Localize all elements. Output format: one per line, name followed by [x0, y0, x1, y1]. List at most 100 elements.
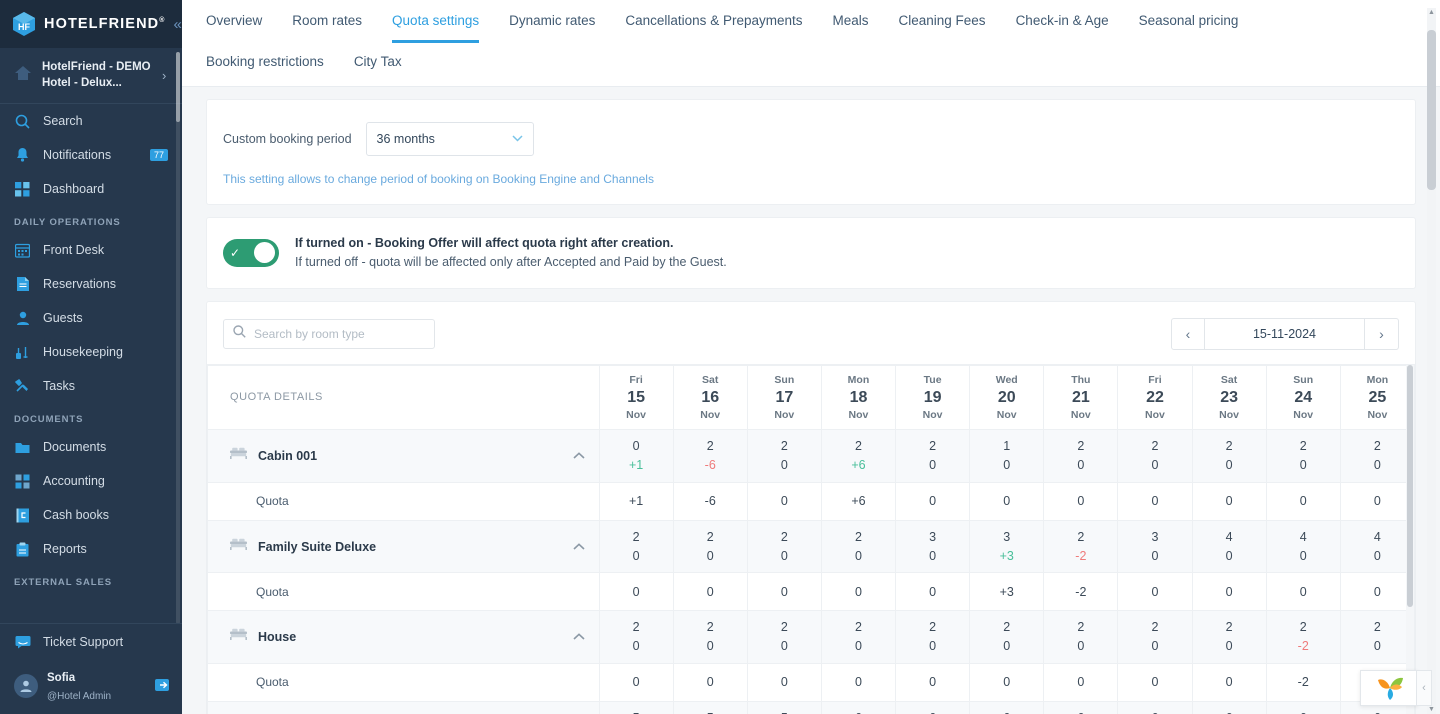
availability-cell[interactable]: 60	[895, 700, 971, 714]
room-type-cell[interactable]: First Class	[207, 700, 600, 714]
sidebar-scrollbar-track[interactable]	[176, 52, 180, 624]
sidebar-item-guests[interactable]: Guests	[0, 301, 182, 335]
availability-cell[interactable]: 40	[1265, 519, 1341, 574]
quota-cell[interactable]: 0	[1191, 662, 1267, 702]
quota-cell[interactable]: 0	[1265, 481, 1341, 521]
sidebar-item-reservations[interactable]: Reservations	[0, 267, 182, 301]
tab-city-tax[interactable]: City Tax	[354, 43, 402, 86]
date-next-button[interactable]: ›	[1365, 317, 1399, 350]
table-scrollbar-thumb[interactable]	[1407, 364, 1413, 607]
availability-cell[interactable]: 50	[598, 700, 674, 714]
availability-cell[interactable]: 50	[672, 700, 748, 714]
tab-seasonal-pricing[interactable]: Seasonal pricing	[1139, 0, 1239, 43]
sidebar-item-notifications[interactable]: Notifications 77	[0, 138, 182, 172]
search-room-type-box[interactable]	[223, 318, 435, 349]
availability-cell[interactable]: 40	[1339, 519, 1416, 574]
table-vertical-scrollbar[interactable]	[1406, 364, 1414, 714]
availability-cell[interactable]: 20	[1117, 610, 1193, 664]
sidebar-item-accounting[interactable]: Accounting	[0, 464, 182, 498]
availability-cell[interactable]: 20	[895, 429, 971, 483]
availability-cell[interactable]: 2 -2	[1265, 610, 1341, 664]
availability-cell[interactable]: 10	[969, 429, 1045, 483]
availability-cell[interactable]: 60	[969, 700, 1045, 714]
room-type-cell[interactable]: House	[207, 610, 600, 664]
availability-cell[interactable]: 20	[1191, 429, 1267, 483]
quota-cell[interactable]: +3	[969, 572, 1045, 612]
availability-cell[interactable]: 60	[1117, 700, 1193, 714]
sidebar-item-housekeeping[interactable]: Housekeeping	[0, 335, 182, 369]
quota-cell[interactable]: 0	[1043, 662, 1119, 702]
quota-cell[interactable]: 0	[1043, 481, 1119, 521]
sidebar-item-ticket-support[interactable]: Ticket Support	[0, 624, 182, 660]
availability-cell[interactable]: 30	[895, 519, 971, 574]
availability-cell[interactable]: 60	[1043, 700, 1119, 714]
quota-cell[interactable]: 0	[1339, 481, 1416, 521]
availability-cell[interactable]: 20	[1043, 429, 1119, 483]
quota-cell[interactable]: 0	[1265, 572, 1341, 612]
availability-cell[interactable]: 40	[1191, 519, 1267, 574]
quota-cell[interactable]: 0	[895, 481, 971, 521]
availability-cell[interactable]: 20	[1191, 610, 1267, 664]
booking-period-select[interactable]: 36 months	[365, 122, 534, 156]
room-type-cell[interactable]: Family Suite Deluxe	[207, 519, 600, 574]
floating-widget-collapse[interactable]: ‹	[1416, 670, 1432, 706]
sidebar-item-search[interactable]: Search	[0, 104, 182, 138]
tab-cancellations-prepayments[interactable]: Cancellations & Prepayments	[625, 0, 802, 43]
quota-cell[interactable]: 0	[969, 662, 1045, 702]
hotel-selector[interactable]: HotelFriend - DEMO Hotel - Delux... ›	[0, 48, 182, 105]
availability-cell[interactable]: 20	[746, 610, 822, 664]
quota-cell[interactable]: 0	[1339, 572, 1416, 612]
user-profile[interactable]: Sofia @Hotel Admin	[0, 660, 182, 714]
availability-cell[interactable]: 20	[969, 610, 1045, 664]
page-vertical-scrollbar[interactable]: ▲ ▼	[1427, 8, 1436, 714]
tab-dynamic-rates[interactable]: Dynamic rates	[509, 0, 595, 43]
availability-cell[interactable]: 20	[598, 519, 674, 574]
chevron-up-icon[interactable]	[572, 450, 585, 462]
tab-overview[interactable]: Overview	[206, 0, 262, 43]
availability-cell[interactable]: 2 -6	[672, 429, 748, 483]
quota-cell[interactable]: 0	[746, 572, 822, 612]
tab-room-rates[interactable]: Room rates	[292, 0, 362, 43]
logout-icon[interactable]	[155, 678, 170, 695]
availability-cell[interactable]: 20	[1339, 610, 1416, 664]
availability-cell[interactable]: 60	[1265, 700, 1341, 714]
availability-cell[interactable]: 20	[598, 610, 674, 664]
quota-cell[interactable]: 0	[1191, 572, 1267, 612]
availability-cell[interactable]: 60	[1191, 700, 1267, 714]
tab-check-in-age[interactable]: Check-in & Age	[1016, 0, 1109, 43]
availability-cell[interactable]: 20	[1043, 610, 1119, 664]
chevron-up-icon[interactable]	[572, 541, 585, 553]
availability-cell[interactable]: 2 +6	[820, 429, 897, 483]
tab-cleaning-fees[interactable]: Cleaning Fees	[899, 0, 986, 43]
availability-cell[interactable]: 2 -2	[1043, 519, 1119, 574]
quota-cell[interactable]: 0	[1117, 572, 1193, 612]
quota-cell[interactable]: 0	[1191, 481, 1267, 521]
availability-cell[interactable]: 20	[820, 610, 897, 664]
sidebar-scrollbar-thumb[interactable]	[176, 52, 180, 122]
quota-cell[interactable]: 0	[672, 662, 748, 702]
quota-cell[interactable]: 0	[1117, 481, 1193, 521]
quota-cell[interactable]: 0	[820, 572, 897, 612]
availability-cell[interactable]: 20	[1339, 429, 1416, 483]
quota-cell[interactable]: +6	[820, 481, 897, 521]
quota-cell[interactable]: 0	[672, 572, 748, 612]
page-scrollbar-thumb[interactable]	[1427, 30, 1436, 190]
quota-cell[interactable]: 0	[895, 662, 971, 702]
availability-cell[interactable]: 20	[1117, 429, 1193, 483]
sidebar-item-front-desk[interactable]: Front Desk	[0, 233, 182, 267]
quota-cell[interactable]: 0	[1117, 662, 1193, 702]
tab-quota-settings[interactable]: Quota settings	[392, 0, 480, 43]
availability-cell[interactable]: 20	[895, 610, 971, 664]
scroll-down-arrow[interactable]: ▼	[1427, 705, 1436, 714]
availability-cell[interactable]: 0 +1	[598, 429, 674, 483]
quota-cell[interactable]: 0	[969, 481, 1045, 521]
sidebar-item-reports[interactable]: Reports	[0, 532, 182, 566]
floating-widget[interactable]	[1360, 670, 1418, 706]
quota-cell[interactable]: -2	[1265, 662, 1341, 702]
tab-booking-restrictions[interactable]: Booking restrictions	[206, 43, 324, 86]
availability-cell[interactable]: 20	[672, 519, 748, 574]
sidebar-item-cash-books[interactable]: Cash books	[0, 498, 182, 532]
quota-cell[interactable]: 0	[746, 481, 822, 521]
availability-cell[interactable]: 60	[820, 700, 897, 714]
quota-cell[interactable]: 0	[598, 572, 674, 612]
